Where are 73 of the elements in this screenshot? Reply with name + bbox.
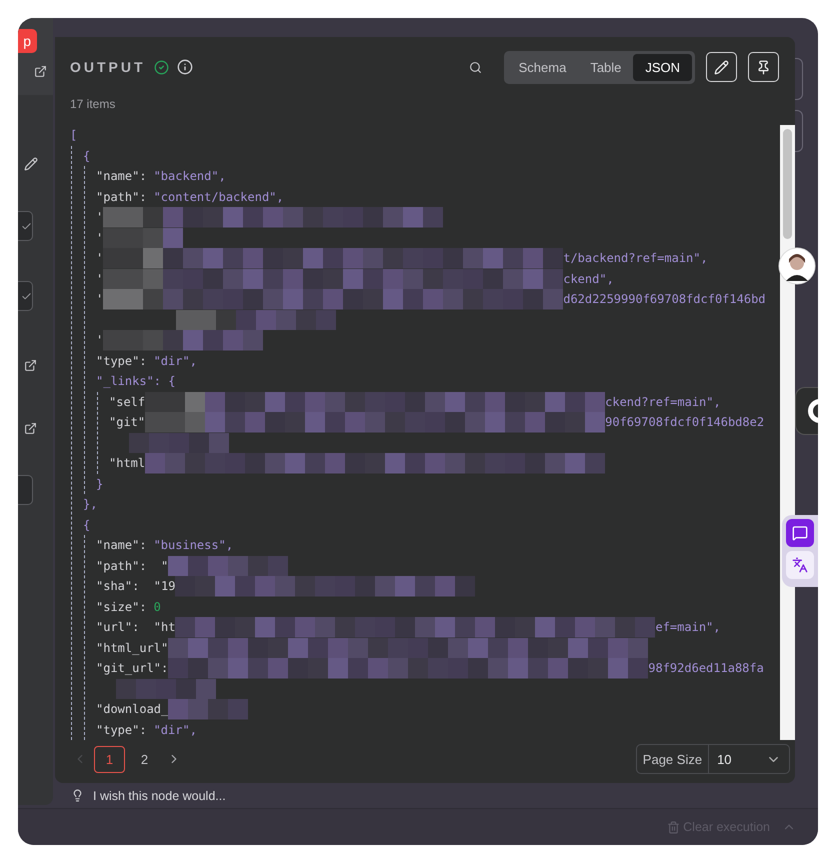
json-key: "type": (96, 722, 147, 737)
page-size-label: Page Size (636, 745, 710, 773)
json-key: "git_url": (96, 661, 168, 676)
lightbulb-icon (71, 789, 84, 802)
json-key: "path": (96, 190, 147, 204)
json-key: "type": (96, 354, 147, 368)
code-bracket: { (83, 148, 90, 163)
json-value: "dir", (154, 354, 197, 368)
json-key: ' (96, 292, 104, 306)
json-key: ' (96, 272, 104, 286)
json-key: ' (96, 333, 104, 348)
json-key: "name": (96, 538, 147, 552)
pin-button[interactable] (748, 52, 780, 82)
checkbox[interactable] (18, 281, 33, 311)
json-key: "url": "ht (96, 620, 176, 634)
json-key: "self (109, 394, 146, 409)
search-icon[interactable] (468, 60, 482, 74)
json-value: ef=main", (655, 620, 721, 634)
code-bracket: } (96, 476, 104, 491)
avatar-icon[interactable] (778, 247, 816, 285)
chat-icon (792, 525, 808, 541)
checkbox[interactable] (18, 475, 33, 505)
json-key: ' (96, 210, 104, 224)
json-key: "size": (96, 600, 147, 614)
feedback-prompt[interactable]: I wish this node would... (93, 788, 226, 802)
page-button[interactable]: 1 (94, 746, 125, 772)
external-link-icon[interactable] (24, 422, 37, 435)
external-link-icon[interactable] (24, 359, 37, 372)
json-key: "path": " (96, 558, 168, 573)
json-value: ckend", (563, 272, 614, 286)
code-bracket: { (83, 518, 90, 532)
translate-button[interactable] (786, 551, 814, 579)
view-tab[interactable]: Schema (506, 54, 578, 80)
json-value: d62d2259990f69708fdcf0f146bd (563, 292, 766, 306)
check-icon (21, 220, 32, 232)
json-value: "content/backend", (154, 190, 284, 204)
trash-icon (667, 820, 680, 834)
json-value: t/backend?ref=main", (563, 251, 708, 266)
pencil-icon[interactable] (24, 157, 38, 171)
json-key: "name": (96, 169, 147, 184)
page-button[interactable]: 2 (129, 746, 160, 772)
json-value: "backend", (154, 169, 226, 184)
panel-title: OUTPUT (70, 59, 146, 75)
view-tab[interactable]: JSON (633, 54, 692, 80)
code-bracket: }, (83, 497, 98, 512)
info-icon[interactable] (176, 59, 193, 75)
pin-icon (756, 60, 772, 74)
json-key: "html (109, 456, 146, 470)
json-value: "business", (154, 538, 234, 552)
json-key: "git" (109, 415, 146, 430)
item-count: 17 items (70, 97, 116, 111)
chat-button[interactable] (786, 519, 814, 547)
json-key: "html_url" (96, 640, 168, 655)
page-size-select[interactable]: 10 (709, 745, 790, 773)
run-button[interactable]: p (18, 29, 37, 53)
json-key: ' (96, 230, 104, 245)
pencil-icon (714, 60, 730, 74)
json-value: 98f92d6ed11a88fa (648, 661, 764, 676)
translate-icon (792, 557, 808, 573)
checkbox[interactable] (18, 211, 33, 241)
code-bracket: "_links": { (96, 374, 176, 388)
json-value: 0 (154, 600, 161, 614)
json-key: ' (96, 251, 104, 266)
check-icon (21, 290, 32, 302)
json-value: ckend?ref=main", (605, 394, 721, 409)
edit-button[interactable] (706, 52, 738, 82)
json-key: "download_ (96, 702, 168, 716)
json-key: "sha": "19 (96, 579, 176, 594)
external-link-icon[interactable] (34, 65, 46, 78)
json-value: 90f69708fdcf0f146bd8e2 (605, 415, 764, 430)
code-bracket: [ (70, 128, 78, 142)
view-tab[interactable]: Table (578, 54, 634, 80)
json-value: "dir", (154, 722, 197, 737)
